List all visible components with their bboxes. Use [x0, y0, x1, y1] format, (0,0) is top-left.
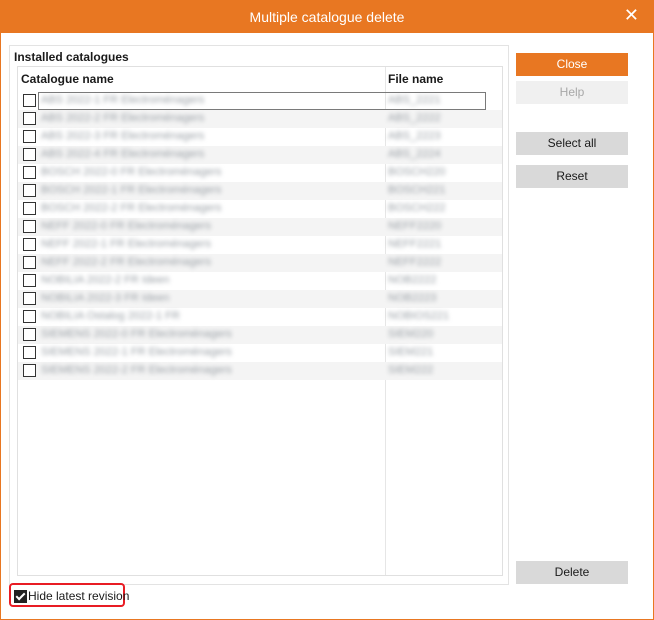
- file-name-cell: NOB2222: [388, 274, 437, 286]
- file-name-cell: ABS_2224: [388, 148, 441, 160]
- list-item[interactable]: SIEMENS 2022-2 FR Electroménagers SIEM222: [18, 362, 502, 380]
- catalogue-name-cell: BOSCH 2022-1 FR Electroménagers: [41, 184, 222, 196]
- file-name-cell: SIEM222: [388, 364, 434, 376]
- installed-catalogues-group: Installed catalogues Catalogue name File…: [9, 45, 509, 585]
- catalogue-name-cell: SIEMENS 2022-1 FR Electroménagers: [41, 346, 232, 358]
- catalogue-name-cell: NEFF 2022-1 FR Electroménagers: [41, 238, 211, 250]
- column-header-file-name[interactable]: File name: [388, 72, 443, 86]
- catalogue-name-cell: ABS 2022-3 FR Electroménagers: [41, 130, 205, 142]
- row-checkbox[interactable]: [23, 292, 36, 305]
- row-checkbox[interactable]: [23, 256, 36, 269]
- file-name-cell: SIEM220: [388, 328, 434, 340]
- list-item[interactable]: ABS 2022-2 FR Electroménagers ABS_2222: [18, 110, 502, 128]
- dialog-title: Multiple catalogue delete: [249, 9, 405, 25]
- hide-latest-revision-label[interactable]: Hide latest revision: [28, 589, 129, 603]
- list-item[interactable]: BOSCH 2022-0 FR Electroménagers BOSCH220: [18, 164, 502, 182]
- row-checkbox[interactable]: [23, 166, 36, 179]
- list-item[interactable]: NOBILIA 2022-2 FR Ideen NOB2222: [18, 272, 502, 290]
- file-name-cell: NEFF2222: [388, 256, 442, 268]
- close-icon[interactable]: ✕: [624, 5, 639, 25]
- row-checkbox[interactable]: [23, 202, 36, 215]
- file-name-cell: ABS_2222: [388, 112, 441, 124]
- title-bar: Multiple catalogue delete ✕: [1, 1, 653, 33]
- row-checkbox[interactable]: [23, 112, 36, 125]
- list-item[interactable]: BOSCH 2022-1 FR Electroménagers BOSCH221: [18, 182, 502, 200]
- list-item[interactable]: ABS 2022-4 FR Electroménagers ABS_2224: [18, 146, 502, 164]
- hide-latest-revision-option[interactable]: Hide latest revision: [9, 583, 129, 607]
- row-checkbox[interactable]: [23, 328, 36, 341]
- file-name-cell: ABS_2221: [388, 94, 441, 106]
- hide-latest-revision-checkbox[interactable]: [14, 590, 27, 603]
- select-all-button[interactable]: Select all: [516, 132, 628, 155]
- list-item[interactable]: ABS 2022-3 FR Electroménagers ABS_2223: [18, 128, 502, 146]
- row-checkbox[interactable]: [23, 94, 36, 107]
- help-button[interactable]: Help: [516, 81, 628, 104]
- row-checkbox[interactable]: [23, 274, 36, 287]
- reset-button[interactable]: Reset: [516, 165, 628, 188]
- list-header: Catalogue name File name: [18, 67, 502, 89]
- list-item[interactable]: NEFF 2022-0 FR Electroménagers NEFF2220: [18, 218, 502, 236]
- catalogue-name-cell: NEFF 2022-2 FR Electroménagers: [41, 256, 211, 268]
- file-name-cell: BOSCH221: [388, 184, 446, 196]
- list-rows: ABS 2022-1 FR Electroménagers ABS_2221 ABS…: [18, 92, 502, 380]
- row-checkbox[interactable]: [23, 220, 36, 233]
- row-checkbox[interactable]: [23, 148, 36, 161]
- list-item[interactable]: SIEMENS 2022-0 FR Electroménagers SIEM220: [18, 326, 502, 344]
- list-item[interactable]: NOBILIA Ostalog 2022-1 FR NOBIOS221: [18, 308, 502, 326]
- catalogue-name-cell: BOSCH 2022-0 FR Electroménagers: [41, 166, 222, 178]
- row-checkbox[interactable]: [23, 346, 36, 359]
- list-item[interactable]: NOBILIA 2022-3 FR Ideen NOB2223: [18, 290, 502, 308]
- row-checkbox[interactable]: [23, 184, 36, 197]
- file-name-cell: NOB2223: [388, 292, 437, 304]
- catalogue-name-cell: ABS 2022-2 FR Electroménagers: [41, 112, 205, 124]
- list-item[interactable]: ABS 2022-1 FR Electroménagers ABS_2221: [18, 92, 502, 110]
- file-name-cell: BOSCH220: [388, 166, 446, 178]
- catalogue-list[interactable]: Catalogue name File name ABS 2022-1 FR E…: [17, 66, 503, 576]
- catalogue-name-cell: NOBILIA 2022-2 FR Ideen: [41, 274, 170, 286]
- list-item[interactable]: NEFF 2022-2 FR Electroménagers NEFF2222: [18, 254, 502, 272]
- row-checkbox[interactable]: [23, 238, 36, 251]
- catalogue-name-cell: ABS 2022-1 FR Electroménagers: [41, 94, 205, 106]
- file-name-cell: NOBIOS221: [388, 310, 450, 322]
- close-button[interactable]: Close: [516, 53, 628, 76]
- catalogue-name-cell: NOBILIA 2022-3 FR Ideen: [41, 292, 170, 304]
- catalogue-name-cell: BOSCH 2022-2 FR Electroménagers: [41, 202, 222, 214]
- catalogue-name-cell: SIEMENS 2022-0 FR Electroménagers: [41, 328, 232, 340]
- catalogue-name-cell: NEFF 2022-0 FR Electroménagers: [41, 220, 211, 232]
- file-name-cell: NEFF2220: [388, 220, 442, 232]
- file-name-cell: SIEM221: [388, 346, 434, 358]
- multiple-catalogue-delete-dialog: Multiple catalogue delete ✕ Installed ca…: [0, 0, 654, 620]
- list-item[interactable]: NEFF 2022-1 FR Electroménagers NEFF2221: [18, 236, 502, 254]
- row-checkbox[interactable]: [23, 130, 36, 143]
- group-label: Installed catalogues: [14, 50, 129, 64]
- catalogue-name-cell: SIEMENS 2022-2 FR Electroménagers: [41, 364, 232, 376]
- catalogue-name-cell: ABS 2022-4 FR Electroménagers: [41, 148, 205, 160]
- list-item[interactable]: BOSCH 2022-2 FR Electroménagers BOSCH222: [18, 200, 502, 218]
- file-name-cell: ABS_2223: [388, 130, 441, 142]
- file-name-cell: BOSCH222: [388, 202, 446, 214]
- delete-button[interactable]: Delete: [516, 561, 628, 584]
- file-name-cell: NEFF2221: [388, 238, 442, 250]
- list-item[interactable]: SIEMENS 2022-1 FR Electroménagers SIEM221: [18, 344, 502, 362]
- row-checkbox[interactable]: [23, 310, 36, 323]
- row-checkbox[interactable]: [23, 364, 36, 377]
- column-header-catalogue-name[interactable]: Catalogue name: [21, 72, 114, 86]
- catalogue-name-cell: NOBILIA Ostalog 2022-1 FR: [41, 310, 180, 322]
